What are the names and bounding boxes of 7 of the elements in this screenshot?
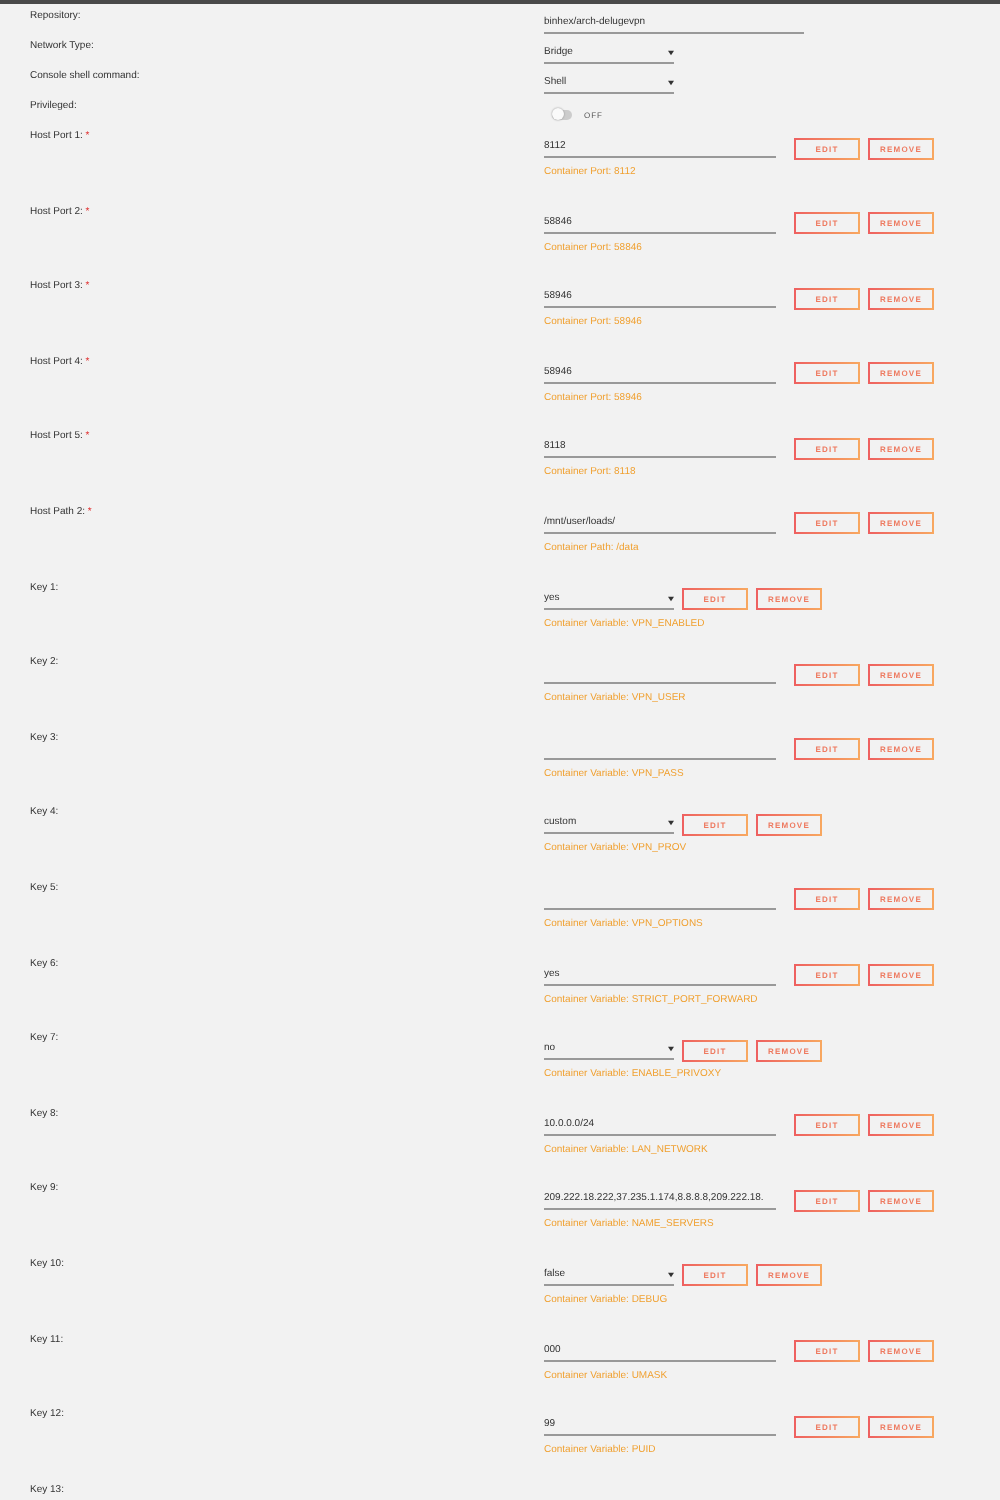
caret-icon [668, 80, 674, 86]
caret-icon [668, 820, 674, 827]
caret-icon [668, 1271, 674, 1278]
toggle-switch[interactable] [552, 109, 572, 119]
caret-icon [668, 595, 674, 602]
caret-icon [668, 1046, 674, 1053]
caret-icon [668, 50, 674, 56]
